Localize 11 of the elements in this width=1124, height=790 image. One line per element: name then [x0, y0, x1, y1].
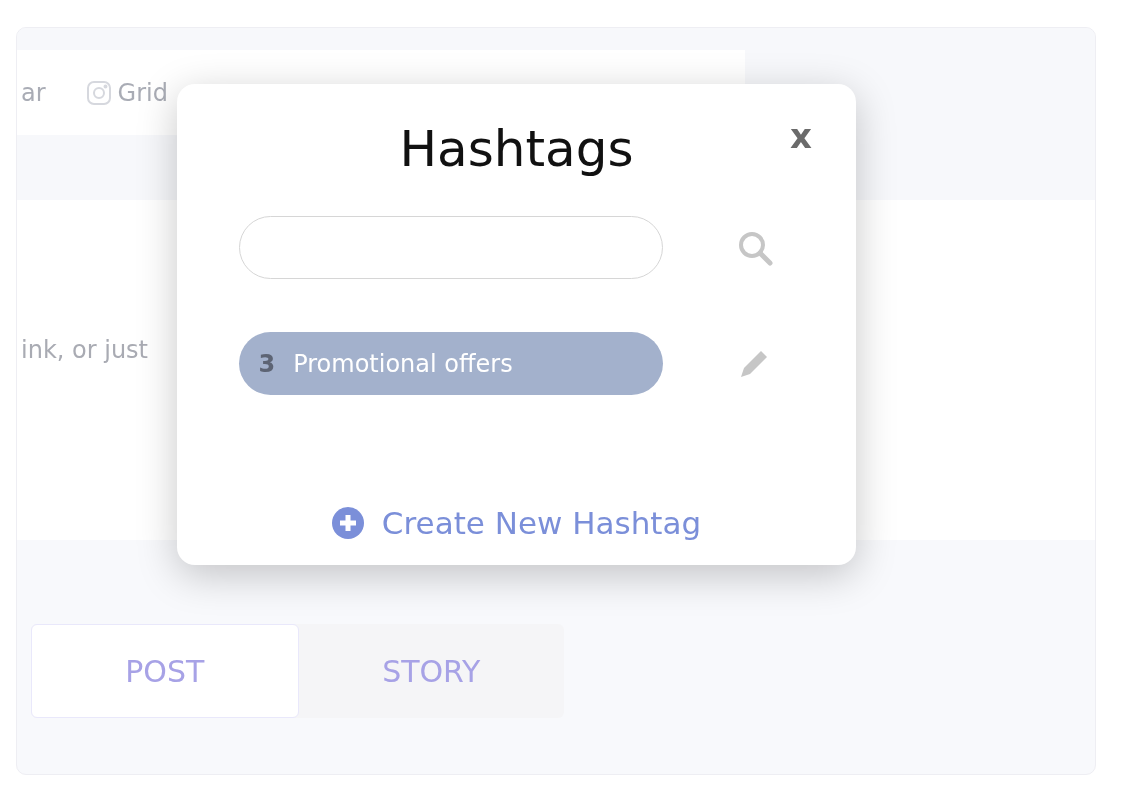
create-hashtag-link[interactable]: Create New Hashtag	[331, 505, 702, 541]
tab-label[interactable]: Grid	[117, 78, 168, 107]
camera-icon	[85, 79, 112, 106]
post-type-button[interactable]: POST	[31, 624, 299, 718]
dialog-title: Hashtags	[399, 120, 634, 178]
search-icon[interactable]	[736, 229, 773, 266]
hashtag-group[interactable]: 3 Promotional offers	[238, 332, 663, 395]
post-type-button[interactable]: STORY	[298, 624, 564, 718]
tab-label[interactable]: ar	[21, 78, 46, 107]
close-button[interactable]: x	[790, 116, 812, 156]
plus-circle-icon	[331, 507, 364, 539]
